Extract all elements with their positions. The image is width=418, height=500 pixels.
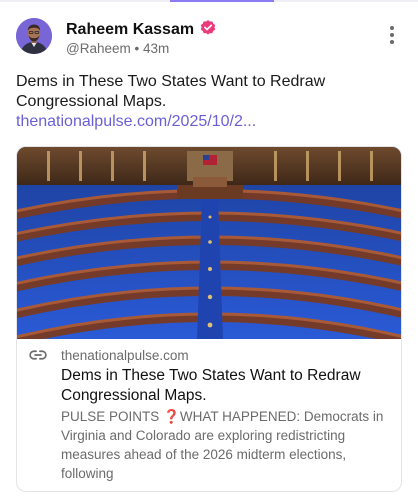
active-tab-indicator xyxy=(170,0,274,2)
post-link[interactable]: thenationalpulse.com/2025/10/2... xyxy=(16,113,256,130)
card-body: thenationalpulse.com Dems in These Two S… xyxy=(17,339,401,491)
post-body: Dems in These Two States Want to Redraw … xyxy=(16,72,346,132)
author-handle[interactable]: @Raheem xyxy=(66,41,131,56)
author-meta: @Raheem • 43m xyxy=(66,40,169,58)
avatar[interactable] xyxy=(16,18,52,54)
post-timestamp[interactable]: 43m xyxy=(143,41,169,56)
card-title[interactable]: Dems in These Two States Want to Redraw … xyxy=(61,366,397,406)
post-text: Dems in These Two States Want to Redraw … xyxy=(16,73,326,110)
link-preview-card[interactable]: thenationalpulse.com Dems in These Two S… xyxy=(16,146,402,492)
author-name-text: Raheem Kassam xyxy=(66,21,195,38)
more-options-button[interactable] xyxy=(386,26,398,48)
author-name[interactable]: Raheem Kassam xyxy=(66,19,217,40)
verified-badge-icon xyxy=(200,20,216,35)
post-header: Raheem Kassam @Raheem • 43m xyxy=(16,14,408,60)
meta-separator: • xyxy=(134,41,140,56)
more-vertical-icon-dot xyxy=(390,33,394,37)
card-image xyxy=(17,147,401,339)
card-domain: thenationalpulse.com xyxy=(61,348,189,363)
card-description: PULSE POINTS ❓WHAT HAPPENED: Democrats i… xyxy=(61,409,384,481)
more-vertical-icon-dot xyxy=(390,40,394,44)
link-icon xyxy=(29,350,47,360)
more-vertical-icon xyxy=(390,26,394,30)
